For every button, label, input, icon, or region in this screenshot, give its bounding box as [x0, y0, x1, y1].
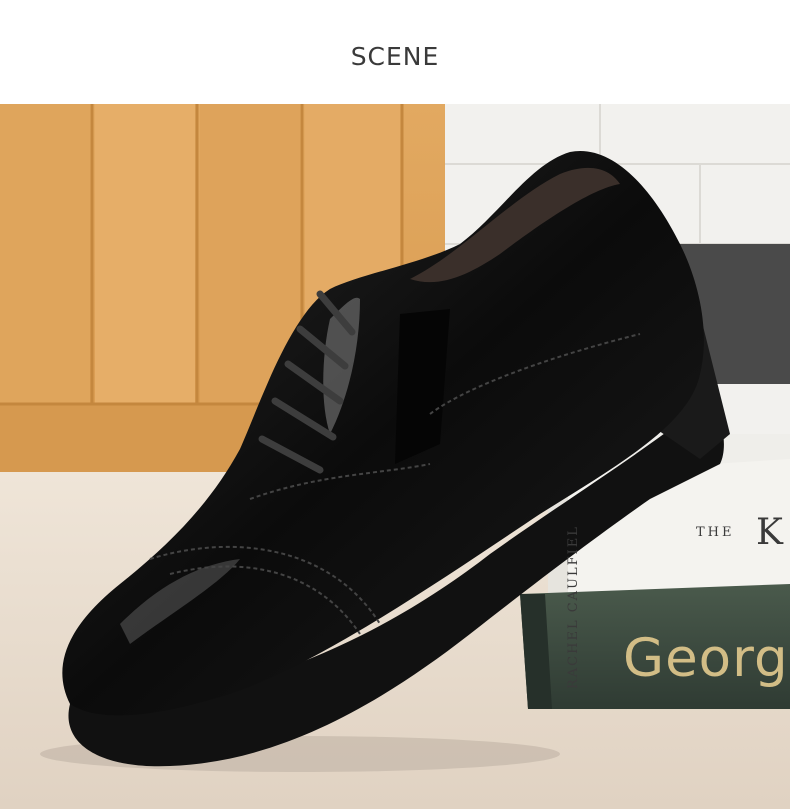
book-cover-letter: K — [756, 512, 783, 553]
header: SCENE — [0, 0, 790, 104]
scene-photo: RACHEL CAULFIEL — [0, 104, 790, 809]
book-cover-the: THE — [696, 525, 735, 540]
page-title: SCENE — [350, 42, 440, 71]
scene-illustration — [0, 104, 790, 809]
book-green-title: Georgi — [623, 628, 790, 689]
book-spine-author: RACHEL CAULFIEL — [566, 525, 581, 689]
